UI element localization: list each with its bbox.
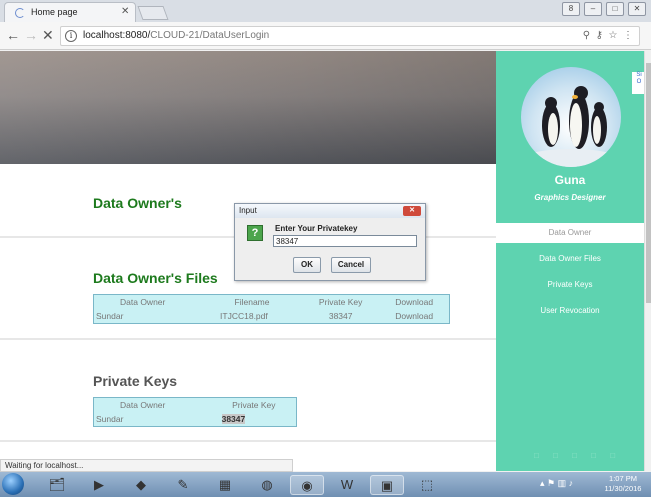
clock-time: 1:07 PM	[609, 474, 637, 483]
column-header: Data Owner	[120, 400, 166, 410]
zoom-icon[interactable]: ⚲	[583, 30, 590, 41]
files-table: Data Owner Filename Private Key Download…	[93, 294, 450, 324]
divider	[0, 440, 496, 442]
profile-name: Guna	[554, 173, 586, 187]
table-cell: Sundar	[96, 311, 124, 321]
table-row: Sundar ITJCC18.pdf 38347 Download	[94, 309, 450, 324]
window-controls: 8 – □ ✕	[562, 2, 648, 18]
address-toolbar: ← → ✕ i localhost:8080/CLOUD-21/DataUser…	[0, 22, 651, 50]
start-button[interactable]	[2, 473, 24, 495]
table-cell: Sundar	[96, 414, 124, 424]
menu-icon[interactable]: ⋮	[623, 30, 633, 41]
app-window-icon[interactable]: ▣	[370, 475, 404, 495]
table-cell: 38347	[328, 311, 353, 321]
download-link[interactable]: Download	[379, 309, 449, 324]
maximize-button[interactable]: □	[606, 2, 624, 16]
clock[interactable]: 1:07 PM 11/30/2016	[598, 474, 648, 494]
url-path: CLOUD-21/DataUserLogin	[150, 30, 270, 41]
sidebar-item-private-keys[interactable]: Private Keys	[496, 275, 644, 295]
dialog-prompt: Enter Your Privatekey	[275, 224, 358, 233]
column-header: Filename	[234, 297, 270, 307]
address-bar[interactable]: i localhost:8080/CLOUD-21/DataUserLogin …	[60, 26, 640, 46]
url-host: localhost:8080/	[83, 30, 151, 41]
data-owner-heading: Data Owner's	[93, 195, 182, 211]
table-cell: ITJCC18.pdf	[220, 311, 268, 321]
omnibox-icons: ⚲ ⚷ ☆ ⋮	[583, 30, 633, 41]
column-header: Private Key	[318, 297, 363, 307]
status-bubble: Waiting for localhost...	[0, 459, 293, 472]
chrome-icon[interactable]: ◉	[290, 475, 324, 495]
system-tray[interactable]: ▴ ⚑ ▥ ♪	[540, 478, 573, 489]
private-key-dialog: Input ✕ ? Enter Your Privatekey OK Cance…	[234, 203, 426, 281]
stop-loading-icon[interactable]: ✕	[42, 28, 54, 42]
profile-role: Graphics Designer	[534, 193, 606, 202]
column-header: Private Key	[232, 400, 276, 410]
key-icon[interactable]: ⚷	[596, 30, 603, 41]
minimize-button[interactable]: –	[584, 2, 602, 16]
column-header: Download	[395, 297, 434, 307]
divider	[0, 338, 496, 340]
browser-tab-bar: Home page ✕ 8 – □ ✕	[0, 0, 651, 22]
cancel-button[interactable]: Cancel	[331, 257, 371, 273]
app-icon[interactable]: ◆	[124, 475, 158, 495]
private-keys-heading: Private Keys	[93, 373, 178, 389]
dialog-titlebar[interactable]: Input ✕	[235, 204, 425, 218]
dialog-close-button[interactable]: ✕	[403, 206, 421, 216]
dialog-title: Input	[239, 206, 257, 215]
question-icon: ?	[247, 225, 263, 241]
calculator-icon[interactable]: ▦	[208, 475, 242, 495]
data-owner-files-heading: Data Owner's Files	[93, 270, 218, 286]
globe-icon[interactable]: ◍	[250, 475, 284, 495]
tab-title: Home page	[31, 7, 78, 17]
keys-table: Data Owner Private Key Sundar 38347	[93, 397, 297, 427]
sidebar-item-data-owner[interactable]: Data Owner	[496, 223, 644, 243]
table-row: Sundar 38347	[94, 412, 297, 427]
social-icons[interactable]: □ □ □ □ □	[534, 451, 621, 460]
header-banner-image	[0, 51, 496, 164]
table-header-row: Data Owner Filename Private Key Download	[94, 295, 450, 310]
taskbar: 🗂 ▶ ◆ ✎ ▦ ◍ ◉ W ▣ ⬚ ▴ ⚑ ▥ ♪ 1:07 PM 11/3…	[0, 472, 651, 497]
star-bookmark-icon[interactable]: ☆	[608, 30, 617, 41]
scrollbar-thumb[interactable]	[646, 63, 651, 303]
sidebar-item-user-revocation[interactable]: User Revocation	[496, 301, 644, 321]
column-header: Data Owner	[120, 297, 166, 307]
penguins-image	[523, 86, 619, 167]
user-profile-icon[interactable]: 8	[562, 2, 580, 16]
forward-arrow-icon[interactable]: →	[24, 28, 38, 42]
tab-close-icon[interactable]: ✕	[121, 6, 129, 17]
scrollbar[interactable]	[644, 51, 651, 471]
sidebar-item-data-owner-files[interactable]: Data Owner Files	[496, 249, 644, 269]
eclipse-icon[interactable]: ✎	[166, 475, 200, 495]
private-key-input[interactable]	[273, 235, 417, 247]
table-header-row: Data Owner Private Key	[94, 398, 297, 413]
word-icon[interactable]: W	[330, 475, 364, 495]
profile-sidebar: Guna Graphics Designer Data Owner Data O…	[496, 51, 644, 471]
close-window-button[interactable]: ✕	[628, 2, 646, 16]
media-player-icon[interactable]: ▶	[82, 475, 116, 495]
pdf-reader-icon[interactable]: ⬚	[410, 475, 444, 495]
ok-button[interactable]: OK	[293, 257, 321, 273]
info-icon[interactable]: i	[65, 30, 77, 42]
browser-tab[interactable]: Home page ✕	[4, 2, 136, 22]
avatar	[521, 67, 621, 167]
file-explorer-icon[interactable]: 🗂	[40, 475, 74, 495]
new-tab-button[interactable]	[137, 6, 169, 20]
table-cell: 38347	[221, 414, 246, 424]
clock-date: 11/30/2016	[604, 484, 642, 493]
back-arrow-icon[interactable]: ←	[6, 28, 20, 42]
loading-spinner-icon	[15, 8, 25, 18]
url-text[interactable]: localhost:8080/CLOUD-21/DataUserLogin	[83, 30, 269, 41]
